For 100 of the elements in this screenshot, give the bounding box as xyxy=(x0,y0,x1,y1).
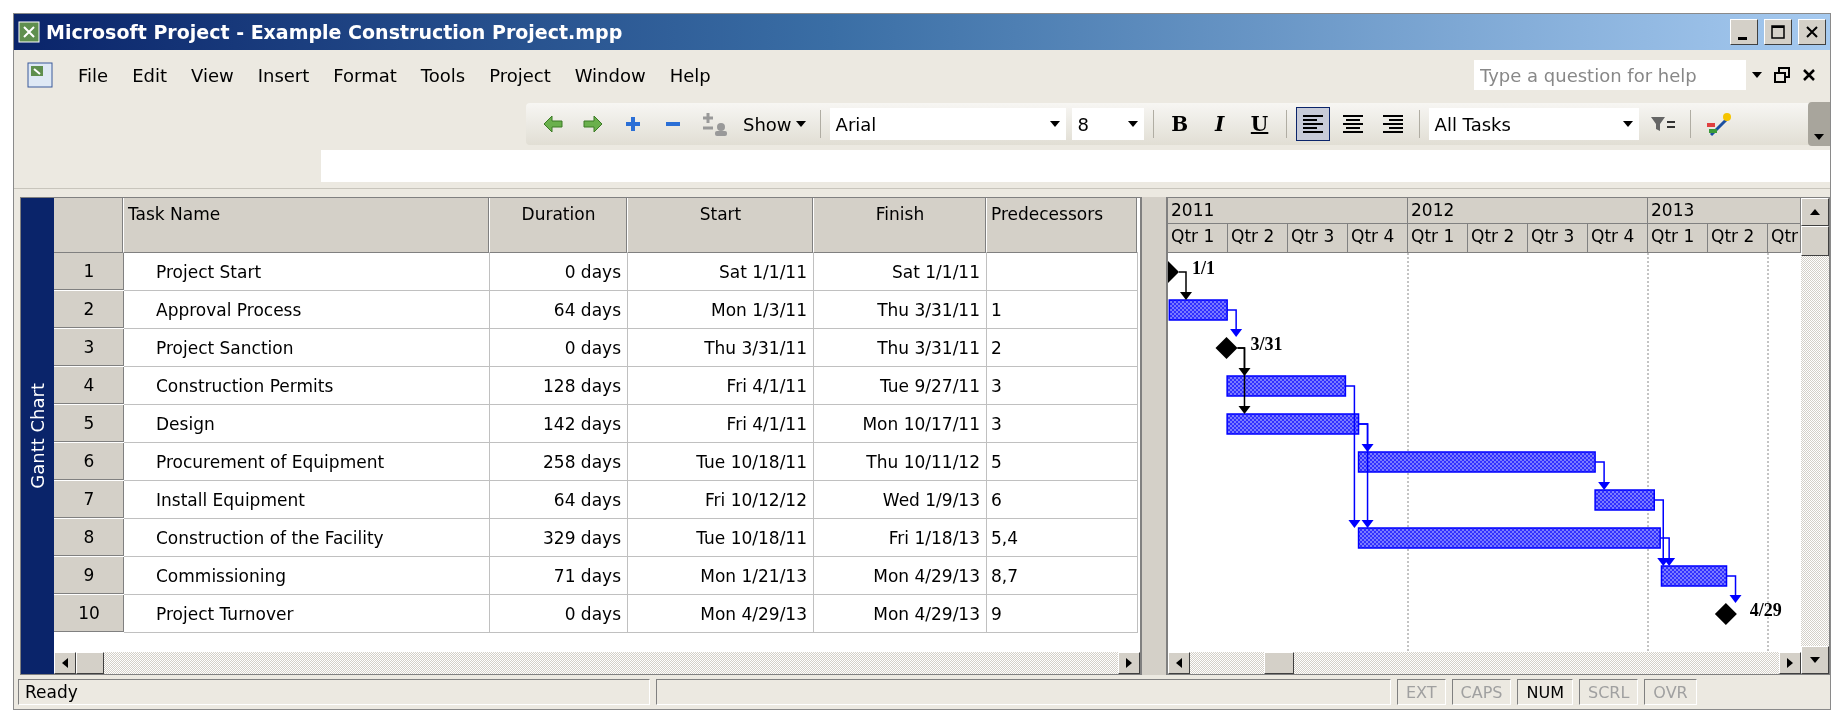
menu-item[interactable]: Tools xyxy=(408,60,478,90)
table-cell: Mon 4/29/13 xyxy=(814,595,987,633)
table-cell: Commissioning xyxy=(124,557,490,595)
table-cell: Mon 1/3/11 xyxy=(628,291,814,329)
row-number[interactable]: 5 xyxy=(54,405,124,443)
table-cell: Mon 4/29/13 xyxy=(814,557,987,595)
menu-item[interactable]: Edit xyxy=(120,60,179,90)
column-header[interactable]: Start xyxy=(628,198,814,253)
bold-button[interactable]: B xyxy=(1162,107,1197,141)
window-title: Microsoft Project - Example Construction Project.mpp xyxy=(46,21,624,43)
table-cell: Tue 10/18/11 xyxy=(628,443,814,481)
table-cell: 3 xyxy=(987,405,1138,443)
row-number[interactable]: 4 xyxy=(54,367,124,405)
menu-item[interactable]: Project xyxy=(477,60,563,90)
menu-item[interactable]: Format xyxy=(321,60,409,90)
menu-item[interactable]: Window xyxy=(562,60,658,90)
table-cell: Mon 10/17/11 xyxy=(814,405,987,443)
row-number[interactable]: 6 xyxy=(54,443,124,481)
menu-item[interactable]: Insert xyxy=(245,60,322,90)
menu-item[interactable]: File xyxy=(66,60,121,90)
column-header[interactable]: Finish xyxy=(814,198,987,253)
row-number[interactable]: 10 xyxy=(54,595,124,633)
table-cell: 71 days xyxy=(490,557,628,595)
row-number[interactable]: 3 xyxy=(54,329,124,367)
table-cell: Tue 10/18/11 xyxy=(628,519,814,557)
milestone-date: 4/29 xyxy=(1749,600,1782,620)
show-menu-button[interactable]: Show xyxy=(738,107,811,141)
quarter-header: Qtr 2 xyxy=(1708,224,1768,253)
table-cell: Fri 1/18/13 xyxy=(814,519,987,557)
table-cell: 64 days xyxy=(490,291,628,329)
table-cell: Construction Permits xyxy=(124,367,490,405)
table-cell: Thu 3/31/11 xyxy=(814,291,987,329)
table-cell: 0 days xyxy=(490,329,628,367)
table-cell: 3 xyxy=(987,367,1138,405)
status-text: Ready xyxy=(18,679,650,705)
table-cell: 0 days xyxy=(490,595,628,633)
key-indicator: NUM xyxy=(1517,679,1573,705)
quarter-header: Qtr 3 xyxy=(1528,224,1588,253)
quarter-header: Qtr 2 xyxy=(1468,224,1528,253)
table-cell: Fri 4/1/11 xyxy=(628,405,814,443)
table-cell: Install Equipment xyxy=(124,481,490,519)
help-search-field[interactable]: Type a question for help xyxy=(1474,60,1746,90)
menu-item[interactable]: View xyxy=(179,60,246,90)
table-cell: Tue 9/27/11 xyxy=(814,367,987,405)
view-label: Gantt Chart xyxy=(27,383,48,489)
table-cell: 0 days xyxy=(490,253,628,291)
quarter-header: Qtr 1 xyxy=(1168,224,1228,253)
column-header[interactable]: Predecessors xyxy=(987,198,1138,253)
view-bar[interactable]: Gantt Chart xyxy=(21,198,54,674)
row-number[interactable]: 2 xyxy=(54,291,124,329)
table-cell: 2 xyxy=(987,329,1138,367)
table-cell: Sat 1/1/11 xyxy=(628,253,814,291)
table-cell: Construction of the Facility xyxy=(124,519,490,557)
table-cell: Wed 1/9/13 xyxy=(814,481,987,519)
table-cell: Sat 1/1/11 xyxy=(814,253,987,291)
table-cell: 9 xyxy=(987,595,1138,633)
quarter-header: Qtr 4 xyxy=(1588,224,1648,253)
table-cell: Fri 10/12/12 xyxy=(628,481,814,519)
table-cell: 8,7 xyxy=(987,557,1138,595)
milestone-date: 1/1 xyxy=(1192,258,1215,278)
table-cell: Mon 1/21/13 xyxy=(628,557,814,595)
filter-combo[interactable]: All Tasks xyxy=(1428,108,1639,140)
table-cell: 5,4 xyxy=(987,519,1138,557)
table-cell: Mon 4/29/13 xyxy=(628,595,814,633)
table-cell: 142 days xyxy=(490,405,628,443)
quarter-header: Qtr 3 xyxy=(1288,224,1348,253)
menu-item[interactable]: Help xyxy=(657,60,723,90)
table-cell: Project Turnover xyxy=(124,595,490,633)
table-cell: Project Start xyxy=(124,253,490,291)
column-header[interactable]: Duration xyxy=(490,198,628,253)
quarter-header: Qtr 1 xyxy=(1408,224,1468,253)
table-cell: Approval Process xyxy=(124,291,490,329)
font-size-combo[interactable]: 8 xyxy=(1071,108,1144,140)
table-cell: Design xyxy=(124,405,490,443)
table-cell: Thu 3/31/11 xyxy=(628,329,814,367)
table-cell: 329 days xyxy=(490,519,628,557)
table-cell: Project Sanction xyxy=(124,329,490,367)
quarter-header: Qtr 4 xyxy=(1348,224,1408,253)
milestone-date: 3/31 xyxy=(1250,334,1283,354)
table-cell: Procurement of Equipment xyxy=(124,443,490,481)
key-indicator: OVR xyxy=(1644,679,1697,705)
row-number[interactable]: 1 xyxy=(54,253,124,291)
table-cell: 6 xyxy=(987,481,1138,519)
quarter-header: Qtr 1 xyxy=(1648,224,1708,253)
underline-button[interactable]: U xyxy=(1242,107,1277,141)
column-header[interactable]: Task Name xyxy=(124,198,490,253)
table-cell: 64 days xyxy=(490,481,628,519)
table-cell: Thu 3/31/11 xyxy=(814,329,987,367)
table-cell: Fri 4/1/11 xyxy=(628,367,814,405)
row-number[interactable]: 7 xyxy=(54,481,124,519)
row-number[interactable]: 9 xyxy=(54,557,124,595)
italic-button[interactable]: I xyxy=(1202,107,1237,141)
row-number[interactable]: 8 xyxy=(54,519,124,557)
key-indicator: SCRL xyxy=(1578,679,1639,705)
table-cell: 258 days xyxy=(490,443,628,481)
quarter-header: Qtr 2 xyxy=(1228,224,1288,253)
table-cell: Thu 10/11/12 xyxy=(814,443,987,481)
table-cell: 5 xyxy=(987,443,1138,481)
table-cell: 128 days xyxy=(490,367,628,405)
font-combo[interactable]: Arial xyxy=(829,108,1066,140)
